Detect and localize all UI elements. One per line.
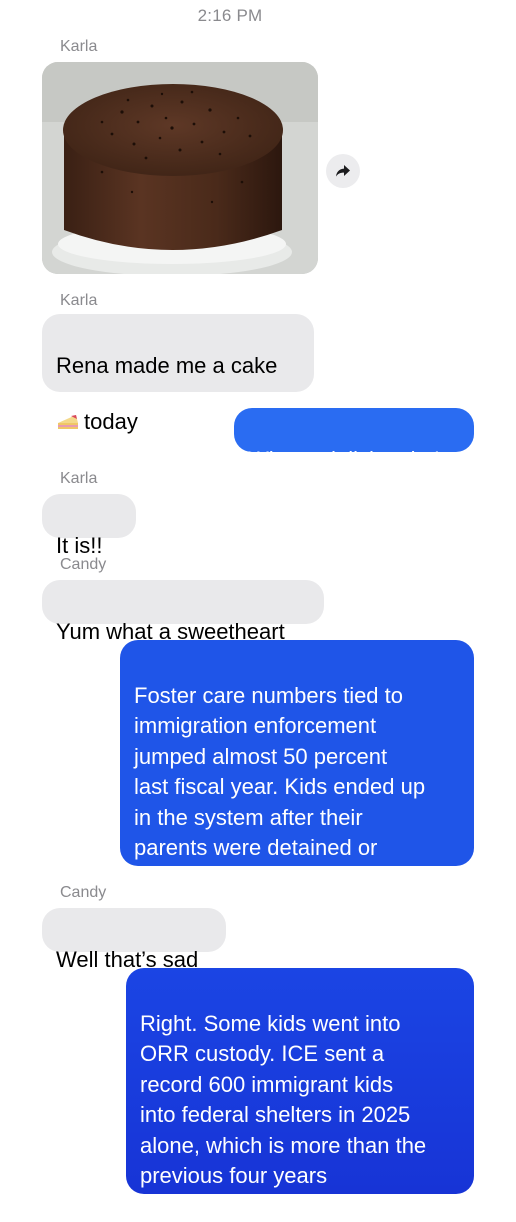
message-text: Rena made me a cake xyxy=(56,353,278,378)
message-text: Foster care numbers tied to immigration … xyxy=(134,682,426,891)
message-text: What a delish cake! xyxy=(248,447,440,472)
outgoing-message-bubble[interactable]: What a delish cake! xyxy=(234,408,474,472)
sender-label: Candy xyxy=(60,556,107,573)
incoming-message-bubble[interactable]: Well that’s sad xyxy=(42,908,226,972)
outgoing-message-bubble[interactable]: Right. Some kids went into ORR custody. … xyxy=(126,968,474,1219)
share-button[interactable] xyxy=(326,154,360,188)
incoming-message-bubble[interactable]: It is!! xyxy=(42,494,136,558)
sender-label: Karla xyxy=(60,470,98,487)
incoming-message-bubble[interactable]: Rena made me a cake today xyxy=(42,314,314,434)
outgoing-message-bubble[interactable]: Foster care numbers tied to immigration … xyxy=(120,640,474,891)
sender-label: Karla xyxy=(60,292,98,309)
share-forward-icon xyxy=(336,165,350,177)
cake-emoji-icon xyxy=(58,415,78,429)
message-timestamp: 2:16 PM xyxy=(197,6,263,25)
message-text: It is!! xyxy=(56,533,103,558)
sender-label: Candy xyxy=(60,884,107,901)
message-text: Right. Some kids went into ORR custody. … xyxy=(140,1010,427,1219)
cake-image xyxy=(42,62,318,274)
message-text: today xyxy=(84,409,138,434)
sender-label: Karla xyxy=(60,38,98,55)
cake-photo[interactable] xyxy=(42,62,318,274)
incoming-message-bubble[interactable]: Yum what a sweetheart xyxy=(42,580,324,644)
